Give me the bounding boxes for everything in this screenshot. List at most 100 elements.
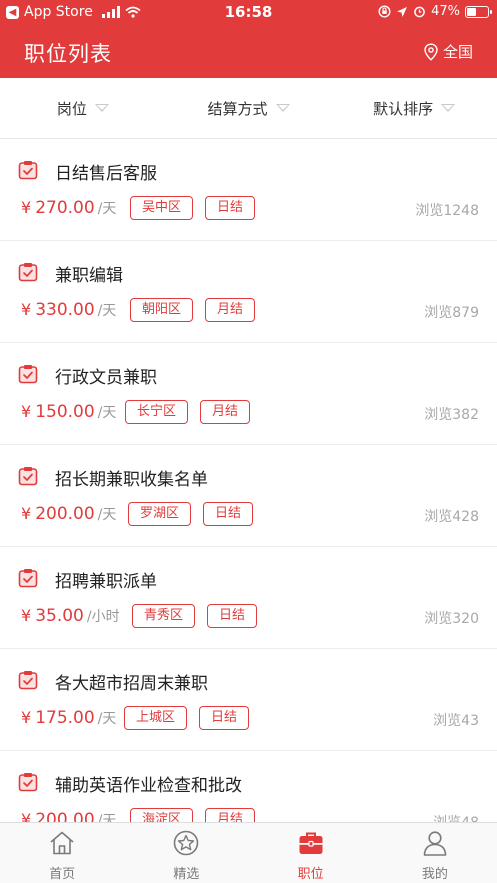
salary-amount: 150.00 [35, 402, 95, 422]
home-icon [48, 829, 76, 861]
dropdown-arrow-icon [275, 104, 290, 112]
filter-bar: 岗位 结算方式 默认排序 [0, 78, 497, 139]
filter-settlement[interactable]: 结算方式 [166, 78, 332, 138]
page-title: 职位列表 [24, 42, 112, 66]
job-tag: 上城区 [124, 706, 188, 730]
job-tag: 吴中区 [130, 196, 194, 220]
job-tag: 日结 [205, 196, 256, 220]
battery-level [467, 7, 476, 16]
job-title: 各大超市招周末兼职 [55, 674, 208, 694]
view-count: 浏览48 [433, 812, 479, 822]
view-count: 浏览1248 [415, 203, 479, 219]
job-title: 辅助英语作业检查和批改 [55, 776, 242, 796]
star-icon [172, 829, 200, 861]
tab-star[interactable]: 精选 [124, 823, 248, 883]
currency-symbol: ¥ [21, 198, 32, 217]
job-tag: 朝阳区 [130, 298, 194, 322]
job-tag: 月结 [205, 808, 256, 822]
user-icon [421, 829, 449, 861]
job-title: 日结售后客服 [55, 164, 157, 184]
salary-unit: /天 [97, 303, 117, 319]
job-tag: 日结 [199, 706, 250, 730]
job-title: 兼职编辑 [55, 266, 123, 286]
job-tags: 罗湖区 日结 [128, 502, 254, 526]
job-salary: ¥270.00/天 [21, 198, 116, 218]
job-salary: ¥200.00/天 [21, 504, 116, 524]
job-tag: 长宁区 [125, 400, 189, 424]
job-list-item[interactable]: 行政文员兼职 ¥150.00/天 长宁区 月结 浏览382 [0, 343, 497, 445]
filter-label: 默认排序 [373, 99, 434, 118]
job-list[interactable]: 日结售后客服 ¥270.00/天 吴中区 日结 浏览1248 兼职编辑 ¥330.00/天朝… [0, 139, 497, 822]
job-tag: 日结 [207, 604, 258, 628]
tab-label: 精选 [173, 867, 200, 882]
job-list-item[interactable]: 招聘兼职派单 ¥35.00/小时 青秀区 日结 浏览320 [0, 547, 497, 649]
location-selector[interactable]: 全国 [423, 41, 473, 62]
salary-amount: 330.00 [35, 300, 95, 320]
job-title: 招长期兼职收集名单 [55, 470, 208, 490]
view-count: 浏览382 [424, 407, 479, 423]
filter-sort[interactable]: 默认排序 [331, 78, 497, 138]
view-count: 浏览320 [424, 611, 479, 627]
job-list-item[interactable]: 日结售后客服 ¥270.00/天 吴中区 日结 浏览1248 [0, 139, 497, 241]
job-salary: ¥330.00/天 [21, 300, 116, 320]
job-list-item[interactable]: 各大超市招周末兼职 ¥175.00/天 上城区 日结 浏览43 [0, 649, 497, 751]
job-tags: 海淀区 月结 [130, 808, 256, 822]
salary-unit: /天 [97, 711, 117, 727]
job-tag: 青秀区 [132, 604, 196, 628]
location-arrow-icon [397, 6, 408, 17]
job-clipboard-icon [18, 160, 38, 180]
salary-amount: 270.00 [35, 198, 95, 218]
filter-label: 结算方式 [207, 99, 268, 118]
job-salary: ¥175.00/天 [21, 708, 116, 728]
job-clipboard-icon [18, 670, 38, 690]
status-right: 47% [378, 4, 492, 19]
currency-symbol: ¥ [21, 300, 32, 319]
currency-symbol: ¥ [21, 402, 32, 421]
screen-lock-icon [378, 5, 391, 18]
job-tags: 上城区 日结 [124, 706, 250, 730]
nav-bar: 职位列表 全国 [0, 26, 497, 78]
filter-label: 岗位 [56, 99, 87, 118]
job-salary: ¥150.00/天 [21, 402, 116, 422]
salary-amount: 35.00 [35, 606, 84, 626]
tab-briefcase[interactable]: 职位 [249, 823, 373, 883]
dropdown-arrow-icon [94, 104, 109, 112]
briefcase-icon [297, 829, 325, 861]
job-list-item[interactable]: 招长期兼职收集名单 ¥200.00/天 罗湖区 日结 浏览428 [0, 445, 497, 547]
job-tag: 月结 [205, 298, 256, 322]
location-pin-icon [424, 42, 438, 61]
job-title: 招聘兼职派单 [55, 572, 157, 592]
salary-amount: 175.00 [35, 708, 95, 728]
tab-bar: 首页 精选 职位 我的 [0, 822, 497, 883]
job-tags: 朝阳区 月结 [130, 298, 256, 322]
job-list-item[interactable]: 辅助英语作业检查和批改 ¥200.00/天 海淀区月结 浏览48 [0, 751, 497, 822]
tab-user[interactable]: 我的 [373, 823, 497, 883]
view-count: 浏览43 [433, 713, 479, 729]
job-clipboard-icon [18, 466, 38, 486]
job-clipboard-icon [18, 262, 38, 282]
job-title: 行政文员兼职 [55, 368, 157, 388]
salary-unit: /天 [97, 813, 117, 822]
job-tags: 吴中区 日结 [130, 196, 256, 220]
currency-symbol: ¥ [21, 606, 32, 625]
battery-percent: 47% [431, 4, 460, 19]
salary-unit: /天 [97, 507, 117, 523]
dropdown-arrow-icon [441, 104, 456, 112]
battery-icon [465, 5, 492, 18]
salary-unit: /天 [97, 405, 117, 421]
currency-symbol: ¥ [21, 810, 32, 822]
currency-symbol: ¥ [21, 504, 32, 523]
salary-unit: /小时 [86, 609, 120, 625]
job-tag: 月结 [200, 400, 251, 424]
job-clipboard-icon [18, 568, 38, 588]
currency-symbol: ¥ [21, 708, 32, 727]
job-list-item[interactable]: 兼职编辑 ¥330.00/天 朝阳区 月结 浏览879 [0, 241, 497, 343]
salary-amount: 200.00 [35, 504, 95, 524]
tab-home[interactable]: 首页 [0, 823, 124, 883]
job-salary: ¥35.00/小时 [21, 606, 120, 626]
salary-unit: /天 [97, 201, 117, 217]
tab-label: 首页 [49, 867, 76, 882]
filter-position[interactable]: 岗位 [0, 78, 166, 138]
alarm-icon [414, 6, 425, 18]
job-clipboard-icon [18, 364, 38, 384]
